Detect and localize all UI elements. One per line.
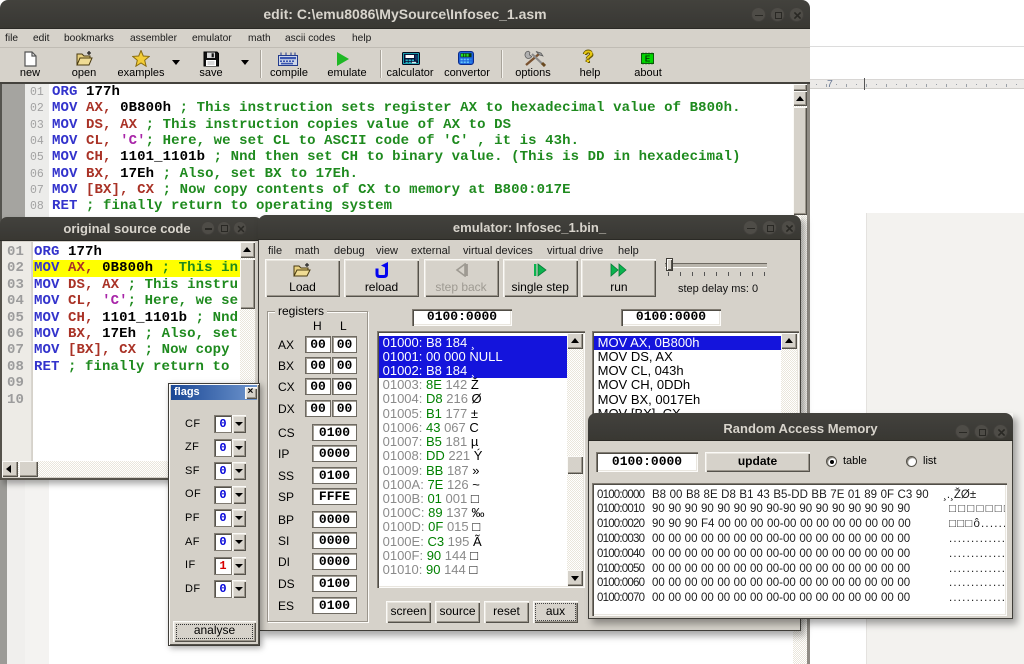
svg-text:E: E xyxy=(645,55,651,64)
